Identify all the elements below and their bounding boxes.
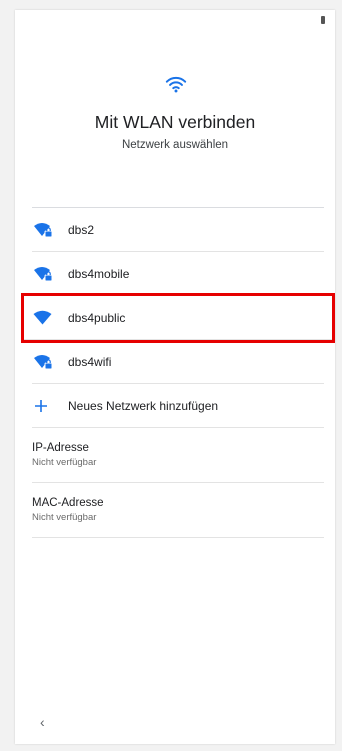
mac-address-label: MAC-Adresse <box>32 497 104 509</box>
network-list: dbs2 dbs4mobile dbs4public dbs4wifi Neue <box>21 207 335 538</box>
network-item-dbs4wifi[interactable]: dbs4wifi <box>32 340 324 384</box>
add-network-button[interactable]: Neues Netzwerk hinzufügen <box>32 384 324 428</box>
back-button[interactable]: ‹ <box>40 714 45 730</box>
wifi-locked-icon <box>33 222 53 238</box>
mac-address-value: Nicht verfügbar <box>32 512 97 523</box>
network-item-dbs2[interactable]: dbs2 <box>32 208 324 252</box>
setup-screen: Mit WLAN verbinden Netzwerk auswählen db… <box>15 10 335 744</box>
plus-icon <box>33 398 53 414</box>
page-title: Mit WLAN verbinden <box>94 112 256 132</box>
wifi-locked-icon <box>33 266 53 282</box>
add-network-label: Neues Netzwerk hinzufügen <box>68 398 219 413</box>
battery-icon <box>321 16 325 24</box>
wifi-open-icon <box>33 310 53 326</box>
network-ssid: dbs4mobile <box>68 266 130 281</box>
ip-address-info: IP-Adresse Nicht verfügbar <box>32 428 324 483</box>
wifi-locked-icon <box>33 354 53 370</box>
network-ssid: dbs2 <box>68 222 95 237</box>
ip-address-label: IP-Adresse <box>32 442 89 454</box>
network-item-dbs4mobile[interactable]: dbs4mobile <box>32 252 324 296</box>
network-ssid: dbs4wifi <box>68 354 112 369</box>
network-item-dbs4public[interactable]: dbs4public <box>21 293 335 343</box>
mac-address-info: MAC-Adresse Nicht verfügbar <box>32 483 324 538</box>
wifi-icon <box>165 76 187 93</box>
ip-address-value: Nicht verfügbar <box>32 457 97 468</box>
page-subtitle: Netzwerk auswählen <box>121 139 229 151</box>
network-ssid: dbs4public <box>68 310 126 325</box>
